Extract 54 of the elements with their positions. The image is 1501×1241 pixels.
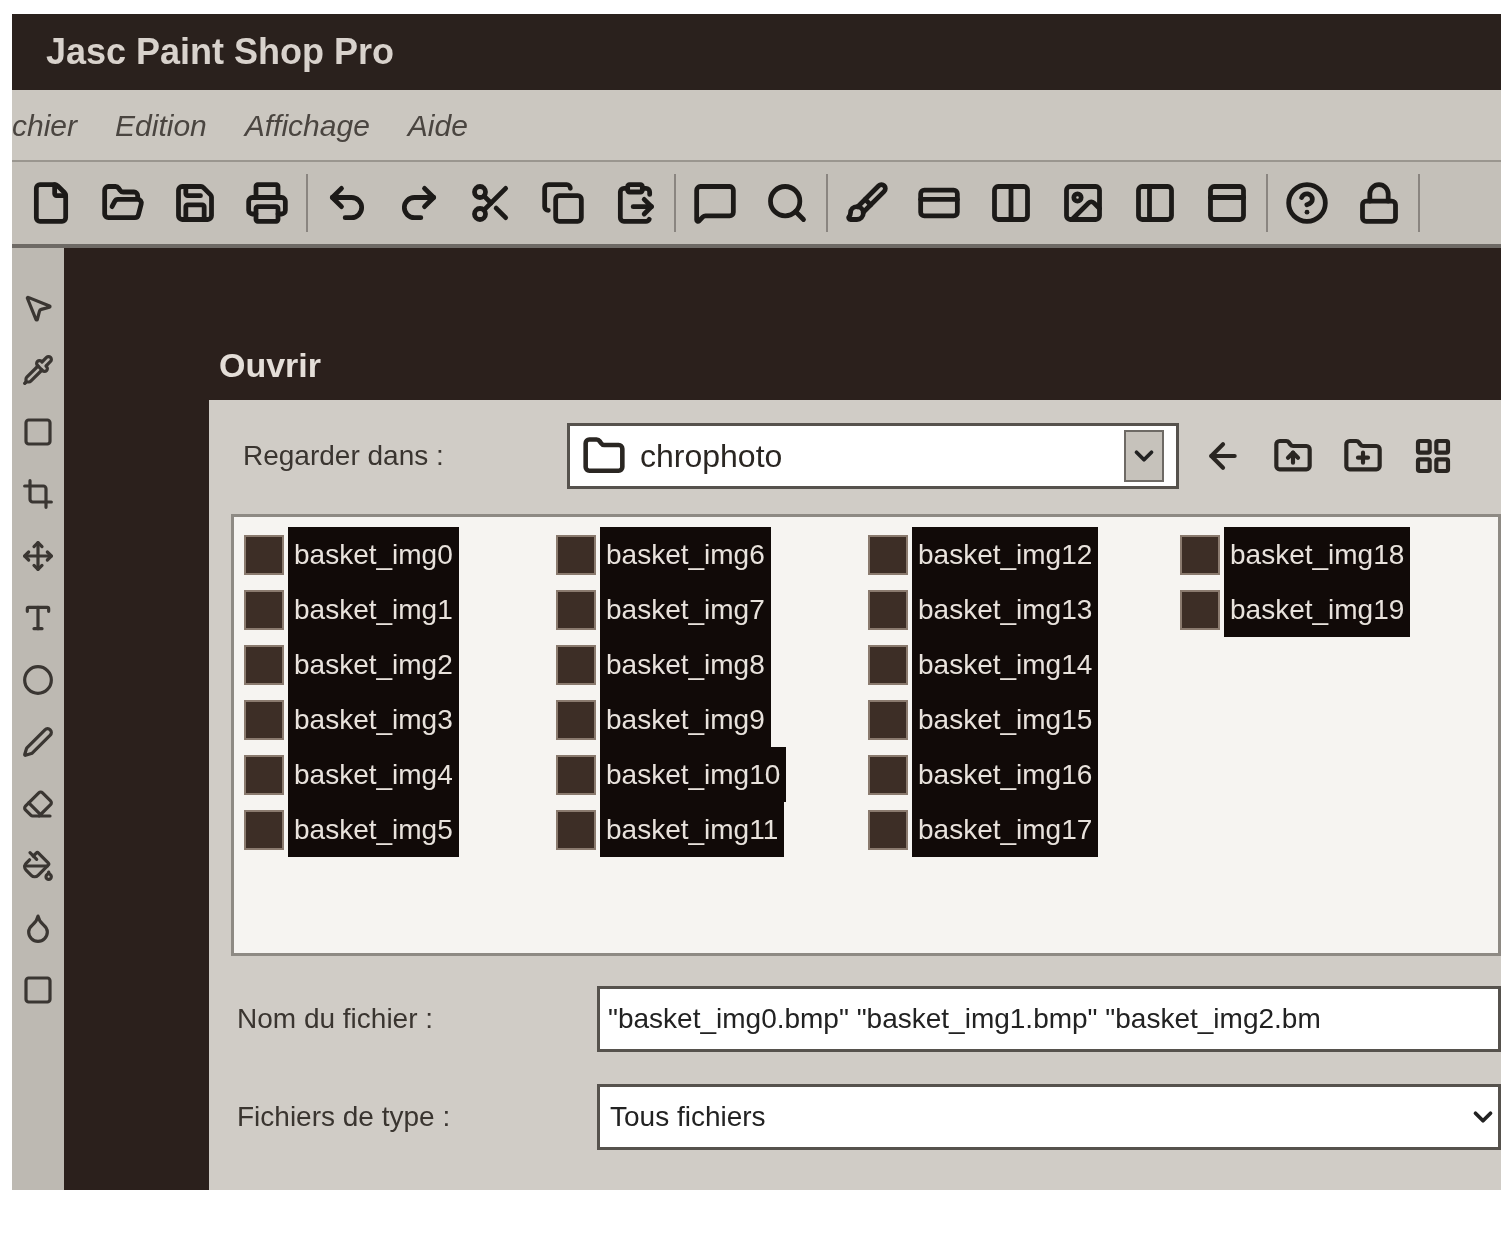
image-file-icon (868, 589, 908, 630)
file-item[interactable]: basket_img0 (288, 527, 459, 582)
image-file-icon (1180, 589, 1220, 630)
image-file-icon (556, 699, 596, 740)
image-file-icon (244, 534, 284, 575)
menu-item[interactable]: Affichage (244, 102, 370, 148)
file-name-label: Nom du fichier : (236, 1002, 435, 1036)
file-item[interactable]: basket_img1 (288, 582, 459, 637)
image-file-icon (868, 534, 908, 575)
grid-icon (1413, 436, 1453, 476)
file-item[interactable]: basket_img14 (912, 637, 1099, 692)
dropdown-button[interactable] (1124, 430, 1164, 482)
file-item[interactable]: basket_img12 (912, 527, 1099, 582)
file-item[interactable]: basket_img4 (288, 747, 459, 802)
file-type-dropdown[interactable]: Tous fichiers (597, 1084, 1501, 1150)
image-file-icon (244, 809, 284, 850)
image-file-icon (556, 754, 596, 795)
folder-dropdown[interactable]: chrophoto (567, 423, 1179, 489)
menu-item[interactable]: Edition (115, 102, 207, 148)
image-file-icon (868, 644, 908, 685)
image-file-icon (1180, 534, 1220, 575)
image-file-icon (244, 754, 284, 795)
look-in-label: Regarder dans : (242, 439, 445, 473)
file-name-field[interactable]: "basket_img0.bmp" "basket_img1.bmp" "basket_img2.bm (597, 986, 1501, 1052)
image-file-icon (244, 699, 284, 740)
menu-item[interactable]: chier (12, 102, 78, 148)
file-item[interactable]: basket_img10 (600, 747, 787, 802)
window-title: Jasc Paint Shop Pro (46, 30, 395, 74)
file-item[interactable]: basket_img16 (912, 747, 1099, 802)
file-item[interactable]: basket_img17 (912, 802, 1099, 857)
file-item[interactable]: basket_img6 (600, 527, 771, 582)
file-item[interactable]: basket_img13 (912, 582, 1099, 637)
menu-item[interactable]: Aide (407, 102, 468, 148)
image-file-icon (868, 809, 908, 850)
image-file-icon (556, 534, 596, 575)
file-item[interactable]: basket_img8 (600, 637, 771, 692)
image-file-icon (556, 644, 596, 685)
file-item[interactable]: basket_img2 (288, 637, 459, 692)
file-item[interactable]: basket_img15 (912, 692, 1099, 747)
file-item[interactable]: basket_img18 (1224, 527, 1411, 582)
image-file-icon (868, 754, 908, 795)
file-item[interactable]: basket_img11 (600, 802, 785, 857)
image-file-icon (244, 644, 284, 685)
dialog-title: Ouvrir (219, 344, 322, 386)
image-file-icon (556, 589, 596, 630)
file-item[interactable]: basket_img7 (600, 582, 771, 637)
image-file-icon (868, 699, 908, 740)
file-item[interactable]: basket_img9 (600, 692, 771, 747)
file-item[interactable]: basket_img3 (288, 692, 459, 747)
image-file-icon (244, 589, 284, 630)
image-file-icon (556, 809, 596, 850)
file-type-label: Fichiers de type : (236, 1100, 452, 1134)
file-item[interactable]: basket_img19 (1224, 582, 1411, 637)
file-item[interactable]: basket_img5 (288, 802, 459, 857)
